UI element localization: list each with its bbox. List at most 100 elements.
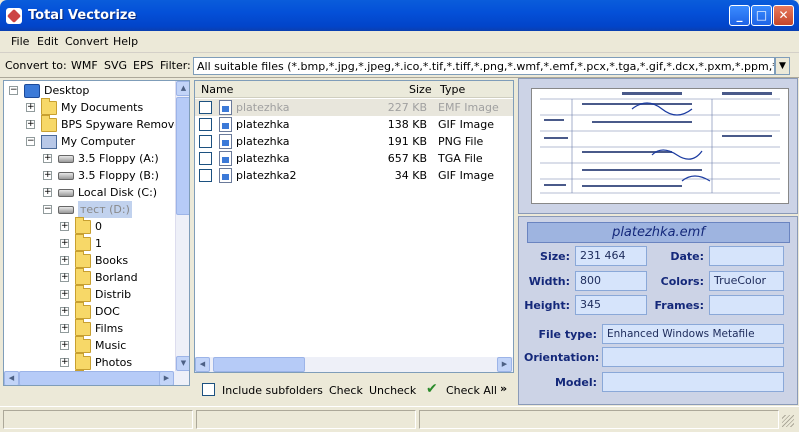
file-list-header: Name Size Type xyxy=(195,81,513,98)
scroll-right-icon[interactable]: ▶ xyxy=(497,357,512,372)
file-checkbox[interactable] xyxy=(199,135,212,148)
tree-expander-icon[interactable]: + xyxy=(60,290,69,299)
file-name: platezhka2 xyxy=(236,169,297,182)
tree-item[interactable]: + Borland xyxy=(4,268,174,286)
tree-item[interactable]: − My Computer xyxy=(4,133,174,150)
filetype-label: File type: xyxy=(538,328,597,341)
tree-expander-icon[interactable]: + xyxy=(43,171,52,180)
file-list-horizontal-scrollbar[interactable]: ◀ ▶ xyxy=(195,357,513,372)
file-row[interactable]: platezhka 657 KB TGA File xyxy=(195,150,513,167)
scroll-thumb[interactable] xyxy=(176,97,189,215)
image-file-icon xyxy=(219,168,232,183)
image-file-icon xyxy=(219,117,232,132)
menu-edit[interactable]: Edit xyxy=(37,35,58,48)
folder-icon xyxy=(75,336,91,353)
tree-item[interactable]: +0 xyxy=(4,217,174,235)
file-checkbox[interactable] xyxy=(199,152,212,165)
tree-item[interactable]: + Photos xyxy=(4,353,174,371)
tree-item-label: Music xyxy=(95,339,127,352)
menu-help[interactable]: Help xyxy=(113,35,138,48)
tree-item-label: 3.5 Floppy (A:) xyxy=(78,152,159,165)
tree-expander-icon[interactable]: + xyxy=(26,120,35,129)
tree-expander-icon[interactable]: − xyxy=(43,205,52,214)
tree-expander-icon[interactable]: − xyxy=(26,137,35,146)
include-subfolders-checkbox[interactable] xyxy=(202,383,215,396)
tree-item[interactable]: + My Documents xyxy=(4,98,174,116)
convert-svg-button[interactable]: SVG xyxy=(104,59,127,72)
more-button[interactable]: » xyxy=(500,382,507,395)
scroll-thumb[interactable] xyxy=(213,357,305,372)
tree-item[interactable]: + Books xyxy=(4,251,174,269)
tree-item[interactable]: − Desktop xyxy=(4,82,174,99)
column-name[interactable]: Name xyxy=(201,83,233,96)
uncheck-button[interactable]: Uncheck xyxy=(369,384,416,397)
window-title: Total Vectorize xyxy=(28,8,137,23)
file-name: platezhka xyxy=(236,101,290,114)
tree-item[interactable]: +3.5 Floppy (A:) xyxy=(4,150,174,167)
tree-vertical-scrollbar[interactable]: ▲ ▼ xyxy=(175,81,189,371)
tree-horizontal-scrollbar[interactable]: ◀ ▶ xyxy=(4,371,189,385)
tree-expander-icon[interactable]: + xyxy=(60,307,69,316)
tree-expander-icon[interactable]: + xyxy=(60,324,69,333)
tree-item[interactable]: +3.5 Floppy (B:) xyxy=(4,167,174,184)
tree-item-label: 3.5 Floppy (B:) xyxy=(78,169,159,182)
file-row[interactable]: platezhka 138 KB GIF Image xyxy=(195,116,513,133)
close-button[interactable]: ✕ xyxy=(773,5,794,26)
tree-item[interactable]: + Local Disk (C:) xyxy=(4,184,174,201)
tree-item[interactable]: + DOC xyxy=(4,302,174,320)
scroll-thumb[interactable] xyxy=(19,371,169,385)
orientation-label: Orientation: xyxy=(524,351,600,364)
tree-expander-icon[interactable]: + xyxy=(60,273,69,282)
tree-item[interactable]: + Films xyxy=(4,319,174,337)
file-row[interactable]: platezhka 191 KB PNG File xyxy=(195,133,513,150)
maximize-button[interactable]: □ xyxy=(751,5,772,26)
filter-select[interactable]: All suitable files (*.bmp,*.jpg,*.jpeg,*… xyxy=(193,57,775,75)
tree-expander-icon[interactable]: + xyxy=(60,222,69,231)
file-name: platezhka xyxy=(236,152,290,165)
column-type[interactable]: Type xyxy=(440,83,465,96)
check-button[interactable]: Check xyxy=(329,384,363,397)
menu-file[interactable]: File xyxy=(11,35,29,48)
frames-label: Frames: xyxy=(654,299,704,312)
height-label: Height: xyxy=(524,299,570,312)
tree-item-label: BPS Spyware Remover xyxy=(61,118,186,131)
folder-icon xyxy=(75,319,91,336)
file-type: GIF Image xyxy=(438,118,495,131)
file-row[interactable]: platezhka 227 KB EMF Image xyxy=(195,99,513,116)
file-checkbox[interactable] xyxy=(199,118,212,131)
folder-tree[interactable]: − Desktop + My Documents + BPS Spyware Remove… xyxy=(3,80,190,386)
tree-item[interactable]: − тест (D:) xyxy=(4,201,174,218)
tree-item[interactable]: +1 xyxy=(4,234,174,252)
convert-eps-button[interactable]: EPS xyxy=(133,59,154,72)
tree-expander-icon[interactable]: + xyxy=(60,239,69,248)
tree-expander-icon[interactable]: + xyxy=(60,256,69,265)
scroll-left-icon[interactable]: ◀ xyxy=(195,357,210,372)
file-checkbox[interactable] xyxy=(199,169,212,182)
scroll-down-icon[interactable]: ▼ xyxy=(176,356,189,371)
menu-convert[interactable]: Convert xyxy=(65,35,109,48)
minimize-button[interactable]: _ xyxy=(729,5,750,26)
tree-expander-icon[interactable]: − xyxy=(9,86,18,95)
file-list[interactable]: Name Size Type platezhka 227 KB EMF Image p… xyxy=(194,80,514,373)
check-all-button[interactable]: Check All xyxy=(446,384,497,397)
file-list-actions: Include subfolders Check Uncheck ✔ Check… xyxy=(194,375,514,405)
resize-grip-icon[interactable] xyxy=(782,415,794,427)
tree-item[interactable]: + Distrib xyxy=(4,285,174,303)
tree-expander-icon[interactable]: + xyxy=(60,341,69,350)
document-thumbnail xyxy=(532,89,788,203)
tree-expander-icon[interactable]: + xyxy=(43,188,52,197)
tree-item[interactable]: + BPS Spyware Remover xyxy=(4,115,186,133)
scroll-right-icon[interactable]: ▶ xyxy=(159,371,174,385)
tree-expander-icon[interactable]: + xyxy=(60,358,69,367)
chevron-down-icon[interactable]: ▼ xyxy=(775,57,790,75)
file-row[interactable]: platezhka2 34 KB GIF Image xyxy=(195,167,513,184)
tree-item[interactable]: + Music xyxy=(4,336,174,354)
file-checkbox[interactable] xyxy=(199,101,212,114)
scroll-up-icon[interactable]: ▲ xyxy=(176,81,189,96)
column-size[interactable]: Size xyxy=(409,83,432,96)
tree-expander-icon[interactable]: + xyxy=(26,103,35,112)
width-label: Width: xyxy=(528,275,570,288)
tree-expander-icon[interactable]: + xyxy=(43,154,52,163)
convert-wmf-button[interactable]: WMF xyxy=(71,59,98,72)
scroll-left-icon[interactable]: ◀ xyxy=(4,371,19,385)
